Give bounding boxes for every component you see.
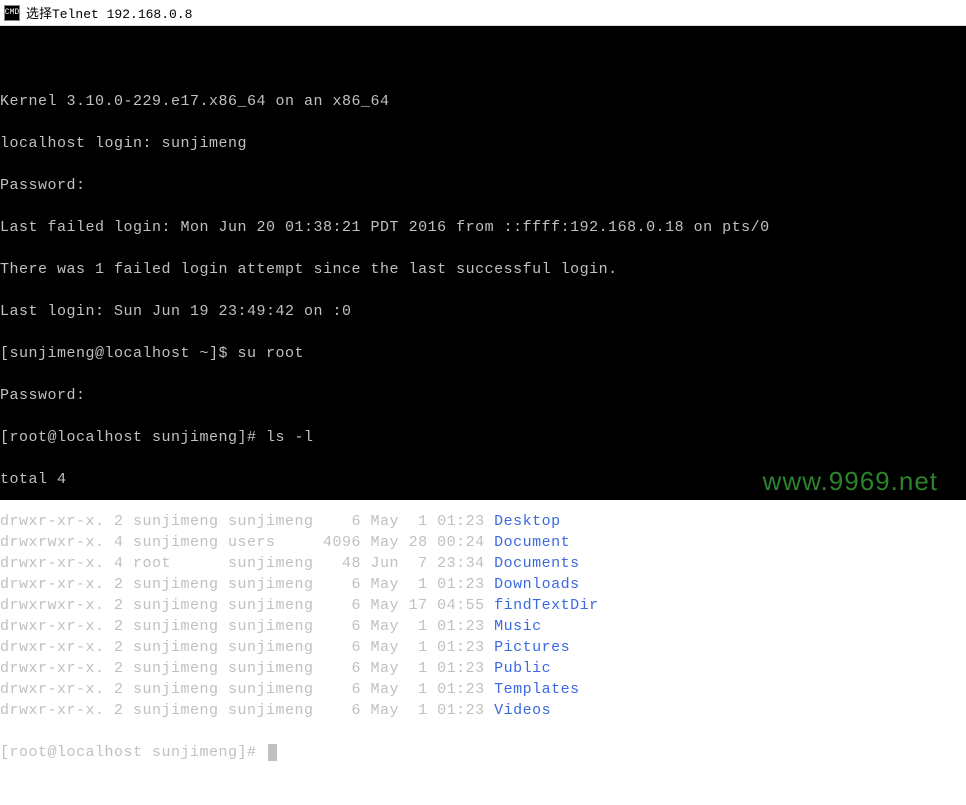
terminal-line: Last login: Sun Jun 19 23:49:42 on :0 bbox=[0, 301, 966, 322]
terminal-line: Password: bbox=[0, 175, 966, 196]
file-row: drwxr-xr-x. 2 sunjimeng sunjimeng 6 May … bbox=[0, 679, 966, 700]
directory-name: Desktop bbox=[494, 513, 561, 530]
file-row: drwxrwxr-x. 2 sunjimeng sunjimeng 6 May … bbox=[0, 595, 966, 616]
terminal-area[interactable]: Kernel 3.10.0-229.e17.x86_64 on an x86_6… bbox=[0, 26, 966, 500]
window-title: 选择Telnet 192.168.0.8 bbox=[26, 3, 192, 22]
directory-name: Videos bbox=[494, 702, 551, 719]
terminal-prompt[interactable]: [root@localhost sunjimeng]# bbox=[0, 742, 966, 763]
file-row: drwxrwxr-x. 4 sunjimeng users 4096 May 2… bbox=[0, 532, 966, 553]
directory-name: Downloads bbox=[494, 576, 580, 593]
file-row: drwxr-xr-x. 2 sunjimeng sunjimeng 6 May … bbox=[0, 700, 966, 721]
terminal-line: [sunjimeng@localhost ~]$ su root bbox=[0, 343, 966, 364]
terminal-line: Last failed login: Mon Jun 20 01:38:21 P… bbox=[0, 217, 966, 238]
file-row: drwxr-xr-x. 2 sunjimeng sunjimeng 6 May … bbox=[0, 658, 966, 679]
directory-name: Music bbox=[494, 618, 542, 635]
title-bar: CMD 选择Telnet 192.168.0.8 bbox=[0, 0, 966, 26]
terminal-line: There was 1 failed login attempt since t… bbox=[0, 259, 966, 280]
file-row: drwxr-xr-x. 2 sunjimeng sunjimeng 6 May … bbox=[0, 511, 966, 532]
directory-name: Public bbox=[494, 660, 551, 677]
directory-name: Documents bbox=[494, 555, 580, 572]
terminal-line bbox=[0, 49, 966, 70]
file-row: drwxr-xr-x. 4 root sunjimeng 48 Jun 7 23… bbox=[0, 553, 966, 574]
directory-name: Templates bbox=[494, 681, 580, 698]
watermark: www.9969.net bbox=[763, 471, 938, 492]
terminal-line: Password: bbox=[0, 385, 966, 406]
terminal-icon: CMD bbox=[4, 5, 20, 21]
directory-name: findTextDir bbox=[494, 597, 599, 614]
directory-name: Document bbox=[494, 534, 570, 551]
terminal-line: [root@localhost sunjimeng]# ls -l bbox=[0, 427, 966, 448]
directory-name: Pictures bbox=[494, 639, 570, 656]
cursor bbox=[268, 744, 277, 761]
terminal-line: Kernel 3.10.0-229.e17.x86_64 on an x86_6… bbox=[0, 91, 966, 112]
terminal-line: localhost login: sunjimeng bbox=[0, 133, 966, 154]
file-row: drwxr-xr-x. 2 sunjimeng sunjimeng 6 May … bbox=[0, 637, 966, 658]
file-row: drwxr-xr-x. 2 sunjimeng sunjimeng 6 May … bbox=[0, 616, 966, 637]
file-row: drwxr-xr-x. 2 sunjimeng sunjimeng 6 May … bbox=[0, 574, 966, 595]
